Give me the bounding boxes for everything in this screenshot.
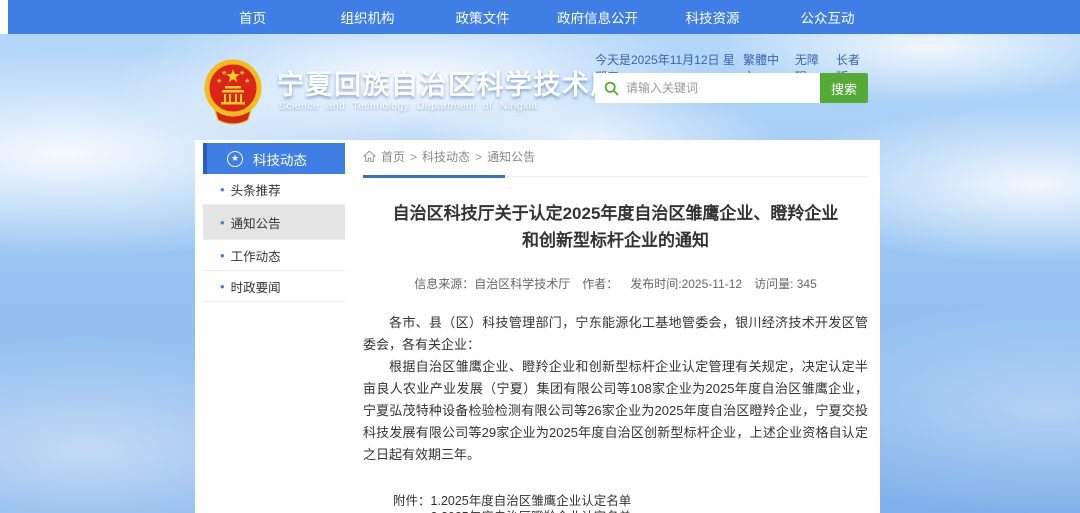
sidebar: ★ 科技动态 • 头条推荐 • 通知公告 • 工作动态 • 时政要闻 [203, 143, 345, 302]
article-paragraph-1: 各市、县（区）科技管理部门，宁东能源化工基地管委会，银川经济技术开发区管委会，各… [363, 312, 868, 356]
nav-item-6[interactable]: 公众互动 [770, 0, 885, 34]
sidebar-item-1[interactable]: • 头条推荐 [203, 174, 345, 205]
site-title: 宁夏回族自治区科学技术厅 [277, 63, 619, 102]
svg-text:★: ★ [239, 69, 245, 77]
search-input[interactable] [626, 81, 820, 95]
content-panel: ★ 科技动态 • 头条推荐 • 通知公告 • 工作动态 • 时政要闻 首页 > 科技动态 > 通知公告… [195, 140, 880, 513]
nav-item-5[interactable]: 科技资源 [655, 0, 770, 34]
svg-text:★: ★ [216, 77, 222, 85]
breadcrumb: 首页 > 科技动态 > 通知公告 [363, 148, 868, 177]
bullet-icon: • [220, 216, 225, 229]
sidebar-item-2[interactable]: • 通知公告 [203, 205, 345, 240]
article-body: 各市、县（区）科技管理部门，宁东能源化工基地管委会，银川经济技术开发区管委会，各… [363, 312, 868, 466]
home-icon [363, 150, 376, 163]
article-meta-part-4: 访问量: 345 [754, 277, 817, 291]
sidebar-item-label: 通知公告 [231, 213, 281, 232]
sidebar-item-label: 头条推荐 [231, 180, 281, 199]
breadcrumb-item-2[interactable]: 科技动态 [422, 148, 470, 165]
bullet-icon: • [220, 249, 225, 262]
top-nav-bar: 首页组织机构政策文件政府信息公开科技资源公众互动 [8, 0, 1080, 34]
bullet-icon: • [220, 183, 225, 196]
breadcrumb-item-1[interactable]: 首页 [381, 148, 405, 165]
sidebar-item-label: 时政要闻 [231, 277, 281, 296]
attachment-link-2[interactable]: 2.2025年度自治区瞪羚企业认定名单 [431, 509, 669, 513]
article-meta: 信息来源：自治区科学技术厅作者： 发布时间:2025-11-12 访问量: 345 [363, 275, 868, 292]
article-title-line2: 和创新型标杆企业的通知 [363, 227, 868, 254]
search-bar: 搜索 [595, 73, 868, 103]
attachments-list: 1.2025年度自治区雏鹰企业认定名单2.2025年度自治区瞪羚企业认定名单3.… [431, 493, 669, 513]
sidebar-item-3[interactable]: • 工作动态 [203, 240, 345, 271]
search-button[interactable]: 搜索 [820, 73, 868, 103]
sidebar-item-label: 工作动态 [231, 246, 281, 265]
main-area: 首页 > 科技动态 > 通知公告 自治区科技厅关于认定2025年度自治区雏鹰企业、瞪羚企… [363, 148, 868, 513]
attachments-label: 附件： [393, 493, 431, 513]
article-meta-part-1: 信息来源：自治区科学技术厅 [414, 277, 570, 291]
breadcrumb-item-3[interactable]: 通知公告 [487, 148, 535, 165]
bullet-icon: • [220, 280, 225, 293]
article-meta-part-2: 作者： [582, 277, 618, 291]
article-meta-part-3: 发布时间:2025-11-12 [630, 277, 742, 291]
svg-text:★: ★ [244, 77, 250, 85]
sidebar-list: • 头条推荐 • 通知公告 • 工作动态 • 时政要闻 [203, 174, 345, 302]
nav-item-2[interactable]: 组织机构 [310, 0, 425, 34]
article-title: 自治区科技厅关于认定2025年度自治区雏鹰企业、瞪羚企业 和创新型标杆企业的通知 [363, 200, 868, 254]
national-emblem-logo: ★ ★ ★ ★ [200, 58, 266, 126]
star-circle-icon: ★ [227, 151, 243, 167]
article-paragraph-2: 根据自治区雏鹰企业、瞪羚企业和创新型标杆企业认定管理有关规定，决定认定半亩良人农… [363, 356, 868, 466]
sidebar-title: 科技动态 [253, 149, 307, 169]
nav-item-4[interactable]: 政府信息公开 [540, 0, 655, 34]
breadcrumb-separator: > [410, 150, 417, 164]
breadcrumb-separator: > [475, 150, 482, 164]
nav-item-3[interactable]: 政策文件 [425, 0, 540, 34]
article-title-line1: 自治区科技厅关于认定2025年度自治区雏鹰企业、瞪羚企业 [363, 200, 868, 227]
sidebar-item-4[interactable]: • 时政要闻 [203, 271, 345, 302]
nav-menu: 首页组织机构政策文件政府信息公开科技资源公众互动 [195, 0, 885, 34]
nav-item-1[interactable]: 首页 [195, 0, 310, 34]
sidebar-header: ★ 科技动态 [203, 143, 345, 174]
site-subtitle: Science and Technology Department of Nin… [279, 100, 541, 112]
svg-text:★: ★ [221, 69, 227, 77]
search-icon [604, 81, 619, 96]
attachments-block: 附件： 1.2025年度自治区雏鹰企业认定名单2.2025年度自治区瞪羚企业认定… [393, 493, 868, 513]
attachment-link-1[interactable]: 1.2025年度自治区雏鹰企业认定名单 [431, 493, 669, 509]
